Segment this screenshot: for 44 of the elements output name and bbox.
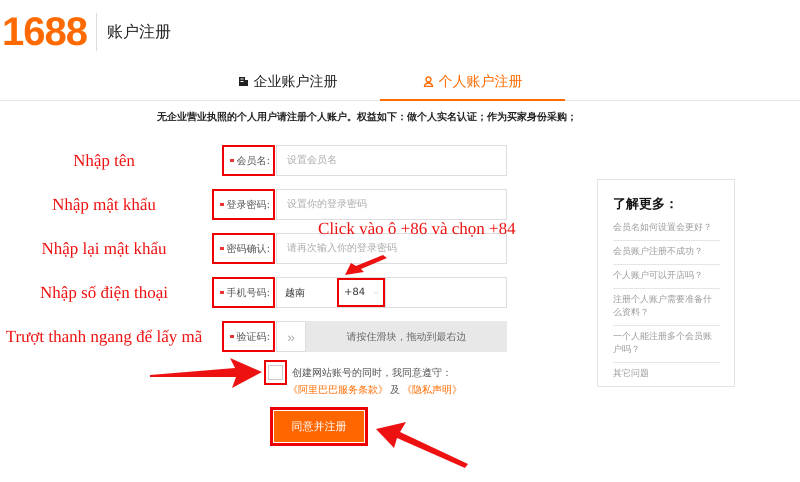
- country-select[interactable]: 越南: [277, 278, 337, 307]
- slider-hint: 请按住滑块，拖动到最右边: [346, 330, 468, 344]
- register-button[interactable]: 同意并注册: [272, 409, 366, 444]
- tab[interactable]: 企业账户注册: [195, 64, 380, 101]
- annotation-text: Trượt thanh ngang để lấy mã: [6, 326, 202, 346]
- privacy-link[interactable]: 《隐私声明》: [402, 383, 462, 397]
- notice-text: 无企业营业执照的个人用户请注册个人账户。权益如下：做个人实名认证；作为买家身份采购；: [156, 110, 578, 125]
- annotation-arrow: [343, 255, 388, 275]
- terms-link[interactable]: 《阿里巴巴服务条款》: [288, 383, 388, 397]
- field-label: 会员名:: [222, 145, 275, 176]
- slider-handle[interactable]: »: [276, 321, 306, 352]
- agreement-text: 创建网站账号的同时，我同意遵守：: [292, 366, 453, 380]
- page-title: 账户注册: [106, 22, 171, 42]
- annotation-text: Nhập tên: [73, 150, 135, 170]
- required-mark-icon: [230, 335, 234, 338]
- field-label: 验证码:: [222, 321, 275, 352]
- required-mark-icon: [230, 159, 234, 162]
- person-icon: [422, 76, 434, 87]
- help-title: 了解更多：: [613, 196, 679, 213]
- chevron-down-icon: [373, 289, 379, 296]
- help-link[interactable]: 其它问题: [613, 363, 720, 386]
- agreement-checkbox[interactable]: [268, 365, 283, 380]
- field-label: 登录密码:: [212, 189, 275, 220]
- help-link[interactable]: 注册个人账户需要准备什么资料？: [613, 289, 720, 326]
- building-icon: [238, 76, 248, 87]
- text-input-field[interactable]: 设置会员名: [276, 145, 507, 176]
- annotation-text: Nhập lại mật khẩu: [41, 238, 167, 258]
- field-label: 手机号码:: [212, 277, 275, 308]
- help-link[interactable]: 会员名如何设置会更好？: [613, 217, 720, 241]
- required-mark-icon: [220, 203, 224, 206]
- annotation-text: Nhập số điện thoại: [40, 282, 168, 302]
- text-input-field[interactable]: 设置你的登录密码: [276, 189, 507, 220]
- logo: 1688: [2, 10, 87, 54]
- help-link[interactable]: 会员账户注册不成功？: [613, 241, 720, 265]
- phone-field[interactable]: 越南 +84: [276, 277, 507, 308]
- help-link[interactable]: 个人账户可以开店吗？: [613, 265, 720, 289]
- conjunction-text: 及: [390, 384, 400, 397]
- required-mark-icon: [220, 291, 224, 294]
- required-mark-icon: [220, 247, 224, 250]
- annotation-text: Nhập mật khẩu: [52, 194, 156, 214]
- field-label: 密码确认:: [212, 233, 275, 264]
- tab[interactable]: 个人账户注册: [380, 64, 565, 101]
- help-link[interactable]: 一个人能注册多个会员账户吗？: [613, 326, 720, 363]
- country-code-select[interactable]: +84: [337, 278, 385, 307]
